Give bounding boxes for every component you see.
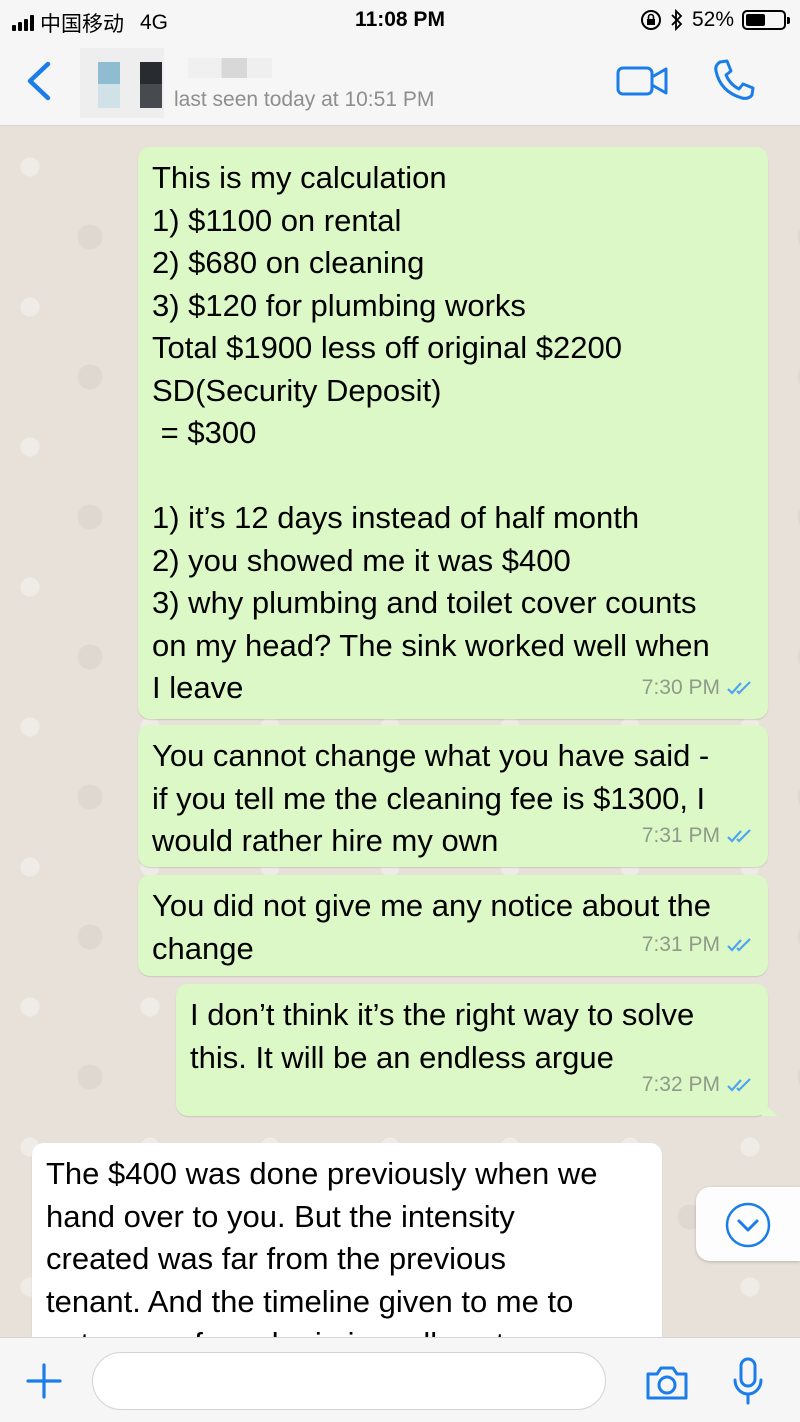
message-meta: 7:30 PM [642, 667, 754, 710]
plus-icon[interactable] [24, 1361, 64, 1401]
video-camera-icon[interactable] [612, 62, 672, 100]
message-text: The $400 was done previously when we han… [46, 1156, 598, 1337]
message-bubble-outgoing[interactable]: This is my calculation 1) $1100 on renta… [138, 147, 768, 719]
contact-name-redacted[interactable] [188, 58, 272, 78]
message-meta: 7:31 PM [642, 815, 754, 858]
chat-area[interactable]: This is my calculation 1) $1100 on renta… [0, 127, 800, 1337]
message-time: 7:31 PM [641, 823, 720, 847]
battery-fill [746, 14, 765, 26]
message-text: This is my calculation 1) $1100 on renta… [152, 160, 710, 705]
chat-header: last seen today at 10:51 PM [0, 40, 800, 126]
microphone-icon[interactable] [732, 1356, 764, 1406]
bubble-tail [762, 1102, 778, 1116]
chevron-down-circle-icon [725, 1202, 771, 1248]
message-time: 7:31 PM [641, 932, 720, 956]
message-meta: 7:31 PM [642, 924, 754, 967]
contact-avatar[interactable] [80, 48, 164, 118]
message-input[interactable] [92, 1352, 606, 1410]
bluetooth-icon [671, 9, 683, 31]
read-receipt-icon [727, 937, 751, 952]
message-time: 7:30 PM [641, 675, 720, 699]
scroll-to-bottom-button[interactable] [696, 1187, 800, 1261]
phone-icon[interactable] [710, 56, 758, 104]
message-meta: 7:32 PM [642, 1064, 754, 1107]
back-chevron-icon[interactable] [20, 58, 60, 104]
battery-icon [742, 10, 790, 30]
last-seen-status: last seen today at 10:51 PM [174, 88, 435, 111]
read-receipt-icon [727, 680, 751, 695]
read-receipt-icon [727, 828, 751, 843]
camera-icon[interactable] [644, 1362, 690, 1402]
message-bubble-incoming[interactable]: The $400 was done previously when we han… [32, 1143, 662, 1337]
status-right: 52% [640, 8, 790, 32]
message-time: 7:32 PM [641, 1072, 720, 1096]
status-bar: 中国移动 4G 11:08 PM 52% [0, 0, 800, 40]
battery-percent: 52% [691, 8, 734, 31]
message-bubble-outgoing[interactable]: I don’t think it’s the right way to solv… [176, 984, 778, 1116]
message-bubble-outgoing[interactable]: You did not give me any notice about the… [138, 875, 768, 976]
message-input-bar [0, 1337, 800, 1422]
orientation-lock-icon [640, 10, 661, 30]
read-receipt-icon [727, 1077, 751, 1092]
message-bubble-outgoing[interactable]: You cannot change what you have said - i… [138, 725, 768, 867]
